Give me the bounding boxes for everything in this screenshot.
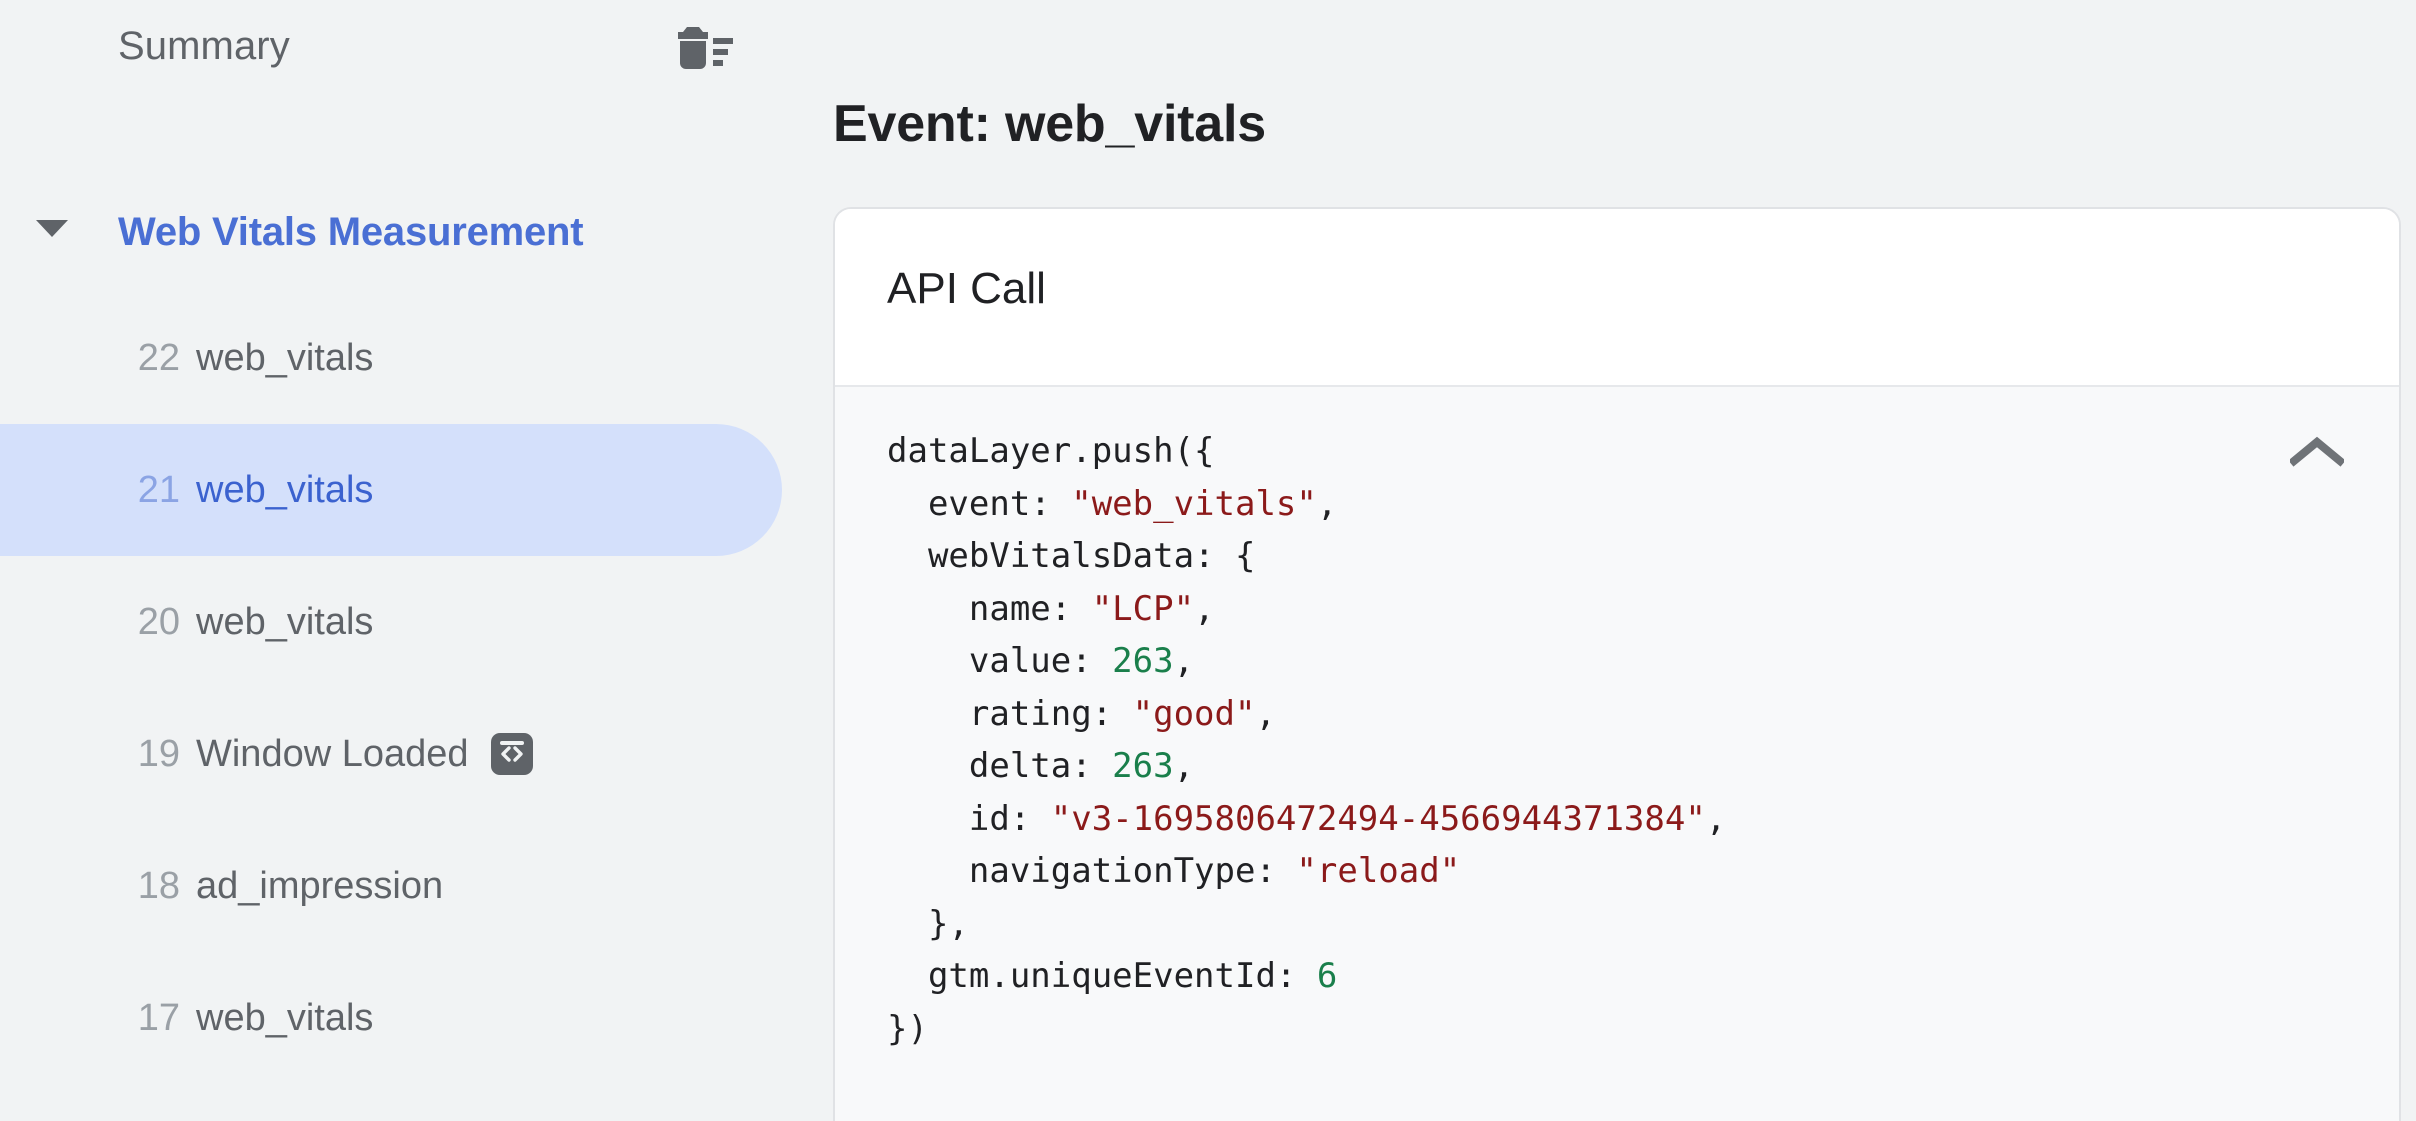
code-token: name: [887, 588, 1092, 629]
code-token: , [1316, 483, 1338, 524]
api-call-card-header: API Call [835, 209, 2399, 387]
sidebar-group-web-vitals-measurement[interactable]: Web Vitals Measurement [0, 182, 790, 282]
code-token: 263 [1112, 746, 1174, 786]
event-row[interactable]: 22 web_vitals [0, 292, 782, 424]
event-row[interactable]: 18 ad_impression [0, 820, 782, 952]
caret-down-icon[interactable] [36, 220, 68, 237]
code-token: , [1255, 693, 1276, 734]
code-token: 263 [1112, 641, 1174, 681]
chevron-up-icon [2288, 435, 2346, 472]
event-row-index: 21 [137, 469, 180, 511]
event-row[interactable]: 21 web_vitals [0, 424, 782, 556]
summary-label[interactable]: Summary [118, 22, 290, 70]
event-row-name: web_vitals [196, 601, 374, 643]
event-row-index: 18 [137, 865, 180, 907]
api-call-title: API Call [887, 264, 1046, 313]
code-token: }) [887, 1008, 928, 1049]
code-token: , [1173, 641, 1195, 681]
event-row-name: ad_impression [196, 865, 444, 907]
delete-list-icon [674, 19, 734, 78]
code-token: "good" [1132, 693, 1256, 734]
api-call-card-body: dataLayer.push({ event: "web_vitals", we… [835, 387, 2399, 1121]
code-token: "web_vitals" [1071, 483, 1317, 524]
event-row-name: web_vitals [196, 337, 374, 379]
sidebar-group-label: Web Vitals Measurement [118, 210, 584, 254]
code-token: 6 [1316, 956, 1338, 996]
chevron-up-icon-button[interactable] [2281, 417, 2353, 489]
event-row-index: 20 [137, 601, 180, 643]
event-row-index: 22 [137, 337, 180, 379]
event-row-index: 19 [137, 733, 180, 775]
code-token: "v3-1695806472494-4566944371384" [1050, 798, 1706, 839]
event-row[interactable]: 20 web_vitals [0, 556, 782, 688]
event-row[interactable]: 17 web_vitals [0, 952, 782, 1084]
event-row-index: 17 [137, 997, 180, 1039]
event-row-name: web_vitals [196, 997, 374, 1039]
gtm-preview-window: Summary Web Vitals Measurement 22 web_vi… [0, 0, 2416, 1121]
event-row[interactable]: 19 Window Loaded [0, 688, 782, 820]
delete-list-icon-button[interactable] [668, 12, 740, 84]
event-detail-panel: Event: web_vitals API Call dataLayer.pus… [833, 0, 2416, 1121]
code-tag-icon [491, 733, 533, 775]
code-token: value: [887, 641, 1113, 681]
code-token: gtm.uniqueEventId: [887, 956, 1317, 996]
datalayer-code-block[interactable]: dataLayer.push({ event: "web_vitals", we… [887, 425, 1726, 1055]
sidebar-header: Summary [0, 0, 790, 100]
code-token: id: [887, 798, 1051, 839]
code-token: dataLayer.push({ [887, 431, 1215, 471]
page-title: Event: web_vitals [833, 94, 1266, 153]
code-token: event: [887, 483, 1072, 524]
event-row-name: web_vitals [196, 469, 374, 511]
code-token: webVitalsData: { [887, 536, 1256, 576]
code-token: , [1705, 798, 1727, 839]
code-token: "reload" [1296, 851, 1461, 891]
event-sidebar: Summary Web Vitals Measurement 22 web_vi… [0, 0, 833, 1121]
code-token: , [1194, 588, 1215, 629]
api-call-card: API Call dataLayer.push({ event: "web_vi… [833, 207, 2401, 1121]
event-list: 22 web_vitals 21 web_vitals 20 web_vitals 19 Wi… [0, 292, 833, 1084]
event-row-name: Window Loaded [196, 733, 469, 775]
code-token: "LCP" [1091, 588, 1195, 629]
code-token: }, [887, 903, 969, 944]
code-token: delta: [887, 746, 1113, 786]
code-token: navigationType: [887, 851, 1297, 891]
code-token: rating: [887, 693, 1133, 734]
code-token: , [1173, 746, 1195, 786]
